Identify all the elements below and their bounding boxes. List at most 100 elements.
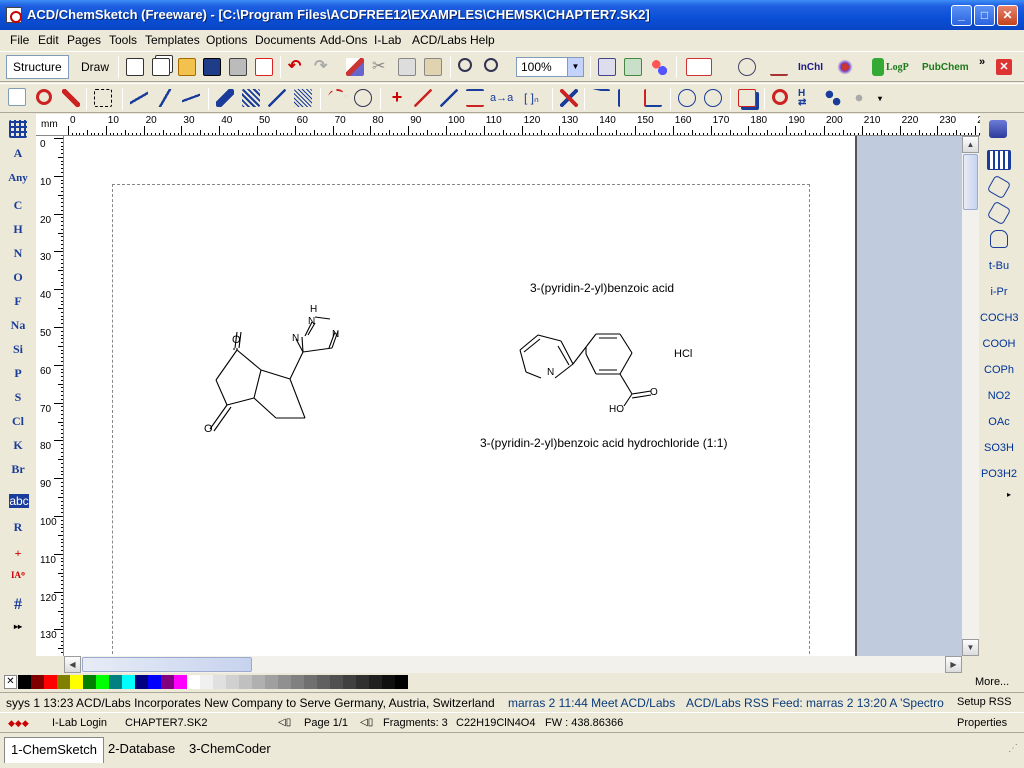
cyclopentane-icon[interactable] xyxy=(990,230,1008,248)
group-coch3-button[interactable]: COCH3 xyxy=(980,312,1019,324)
atom-properties-icon[interactable] xyxy=(598,58,616,76)
text-tool-button[interactable]: abc xyxy=(9,494,29,508)
tab-chemsketch[interactable]: 1-ChemSketch xyxy=(4,737,104,763)
draw-branch-icon[interactable] xyxy=(156,89,174,107)
group-cooh-button[interactable]: COOH xyxy=(980,338,1018,350)
color-swatch[interactable] xyxy=(356,675,369,689)
rss-item[interactable]: ACD/Labs RSS Feed: marras 2 13:20 A 'Spe… xyxy=(686,696,946,710)
maximize-button[interactable]: □ xyxy=(974,5,995,26)
resize-grip-icon[interactable]: ⋰ xyxy=(1008,743,1018,754)
menu-pages[interactable]: Pages xyxy=(67,33,101,47)
wedge-bond-icon[interactable] xyxy=(216,89,234,107)
draw-wave-icon[interactable] xyxy=(182,89,200,107)
color-swatch[interactable] xyxy=(278,675,291,689)
hide-atoms-icon[interactable] xyxy=(850,89,868,107)
color-swatch[interactable] xyxy=(252,675,265,689)
scroll-thumb[interactable] xyxy=(82,657,252,672)
minimize-button[interactable]: _ xyxy=(951,5,972,26)
horizontal-scrollbar[interactable]: ◀ ▶ xyxy=(64,656,962,673)
molecule-name-label[interactable]: 3-(pyridin-2-yl)benzoic acid xyxy=(530,281,674,295)
toolbar-overflow-icon[interactable]: » xyxy=(979,56,985,68)
molecule-name-label[interactable]: 3-(pyridin-2-yl)benzoic acid hydrochlori… xyxy=(480,436,727,450)
menu-tools[interactable]: Tools xyxy=(109,33,137,47)
select-move-icon[interactable] xyxy=(8,88,26,106)
print-icon[interactable] xyxy=(229,58,247,76)
isotope-button[interactable]: IAᴼ xyxy=(0,570,36,580)
document-page[interactable]: O O H N N N 3-(pyridin-2-yl)benzoic acid… xyxy=(64,136,857,656)
benzene-icon[interactable] xyxy=(986,174,1012,200)
menu-edit[interactable]: Edit xyxy=(38,33,59,47)
rss-item[interactable]: marras 2 11:44 Meet ACD/Labs xyxy=(508,696,675,710)
atom-label-nitrogen[interactable]: N xyxy=(308,316,315,327)
molecule-1[interactable] xyxy=(209,316,339,432)
3d-optimize-icon[interactable] xyxy=(678,89,696,107)
r-group-button[interactable]: R xyxy=(0,520,36,535)
color-swatch[interactable] xyxy=(83,675,96,689)
group-no2-button[interactable]: NO2 xyxy=(980,390,1018,402)
color-swatch[interactable] xyxy=(330,675,343,689)
element-br-button[interactable]: Br xyxy=(0,462,36,477)
atom-label-nitrogen[interactable]: N xyxy=(332,329,339,340)
zoom-select[interactable]: 100% ▼ xyxy=(516,57,584,77)
drawing-canvas[interactable]: O O H N N N 3-(pyridin-2-yl)benzoic acid… xyxy=(64,136,962,656)
scroll-thumb[interactable] xyxy=(963,154,978,210)
clean-structure-icon[interactable] xyxy=(560,89,578,107)
draw-mode-button[interactable]: Draw xyxy=(74,55,116,79)
charge-button[interactable]: + xyxy=(0,546,36,561)
tab-chemcoder[interactable]: 3-ChemCoder xyxy=(183,737,277,763)
scroll-down-button[interactable]: ▼ xyxy=(962,639,979,656)
element-si-button[interactable]: Si xyxy=(0,342,36,357)
menu-help[interactable]: Help xyxy=(470,33,495,47)
dashed-bond-icon[interactable] xyxy=(294,89,312,107)
color-swatch[interactable] xyxy=(187,675,200,689)
rotate-icon[interactable] xyxy=(36,89,52,105)
atom-label-nitrogen[interactable]: N xyxy=(292,333,299,344)
element-h-button[interactable]: H xyxy=(0,222,36,237)
atom-label-hydroxyl[interactable]: HO xyxy=(609,404,624,415)
periodic-table-icon[interactable] xyxy=(9,120,27,138)
element-s-button[interactable]: S xyxy=(0,390,36,405)
color-swatch[interactable] xyxy=(70,675,83,689)
color-swatch[interactable] xyxy=(291,675,304,689)
rotate-3d-icon[interactable] xyxy=(644,89,662,107)
color-swatch[interactable] xyxy=(213,675,226,689)
atom-label-oxygen[interactable]: O xyxy=(650,387,658,398)
reaction-arrow-icon[interactable] xyxy=(414,89,432,107)
hcl-fragment-label[interactable]: HCl xyxy=(674,348,692,360)
3d-rotate-icon[interactable] xyxy=(704,89,722,107)
tab-database[interactable]: 2-Database xyxy=(102,737,181,763)
color-swatch[interactable] xyxy=(304,675,317,689)
zoom-out-icon[interactable] xyxy=(484,58,498,72)
pdf-icon[interactable] xyxy=(255,58,273,76)
ilab-login-button[interactable]: I-Lab Login xyxy=(52,717,107,729)
rss-item[interactable]: syys 1 13:23 ACD/Labs Incorporates New C… xyxy=(6,696,495,710)
eraser-tool-icon[interactable] xyxy=(62,89,80,107)
color-swatch[interactable] xyxy=(122,675,135,689)
pubchem-button[interactable]: PubChem xyxy=(922,62,969,73)
ring-templates-icon[interactable] xyxy=(987,150,1011,170)
group-coph-button[interactable]: COPh xyxy=(980,364,1018,376)
menu-add-ons[interactable]: Add-Ons xyxy=(320,33,367,47)
molecule-2[interactable] xyxy=(519,333,652,407)
properties-button[interactable]: Properties xyxy=(957,717,1007,729)
element-na-button[interactable]: Na xyxy=(0,318,36,333)
scroll-left-button[interactable]: ◀ xyxy=(64,656,81,673)
close-document-icon[interactable]: ✕ xyxy=(996,59,1012,75)
group-oac-button[interactable]: OAc xyxy=(980,416,1018,428)
logp-button[interactable]: LogP xyxy=(886,62,909,73)
color-swatch[interactable] xyxy=(148,675,161,689)
name-structure-icon[interactable] xyxy=(738,58,756,76)
atom-number-button[interactable]: # xyxy=(0,596,36,614)
check-structure-icon[interactable] xyxy=(836,58,854,76)
spectrum-icon[interactable] xyxy=(686,58,712,76)
group-icon[interactable] xyxy=(738,89,756,107)
element-k-button[interactable]: K xyxy=(0,438,36,453)
color-swatch[interactable] xyxy=(31,675,44,689)
element-p-button[interactable]: P xyxy=(0,366,36,381)
scroll-up-button[interactable]: ▲ xyxy=(962,136,979,153)
color-swatch[interactable] xyxy=(18,675,31,689)
refresh-icon[interactable] xyxy=(772,89,788,105)
new-page-icon[interactable] xyxy=(152,58,170,76)
hash-bond-icon[interactable] xyxy=(242,89,260,107)
save-icon[interactable] xyxy=(203,58,221,76)
